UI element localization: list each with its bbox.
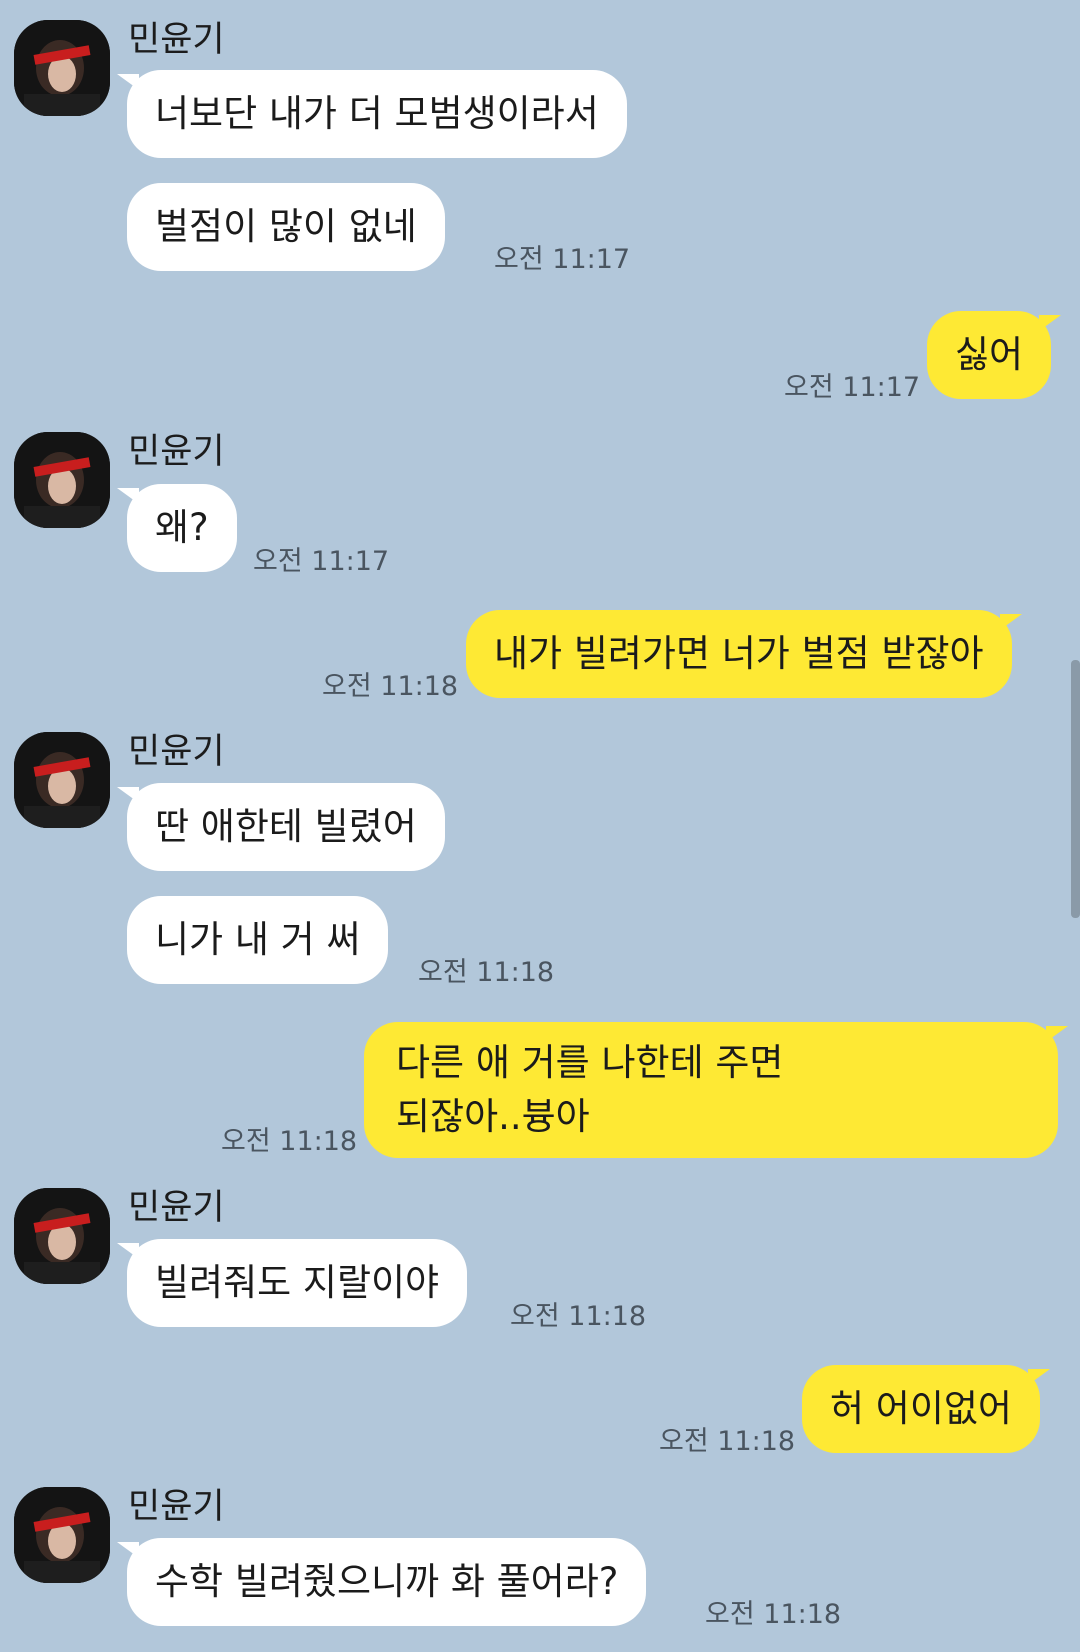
message-bubble[interactable]: 내가 빌려가면 너가 벌점 받잖아 xyxy=(466,610,1022,698)
message-bubble[interactable]: 수학 빌려줬으니까 화 풀어라? xyxy=(116,1538,647,1626)
sender-name: 민윤기 xyxy=(128,432,225,472)
message-time: 오전 11:18 xyxy=(659,1426,796,1457)
message-bubble[interactable]: 딴 애한테 빌렸어 xyxy=(117,783,445,871)
message-bubble[interactable]: 니가 내 거 써 xyxy=(127,896,389,984)
message-line: 다른 애 거를 나한테 주면 xyxy=(396,1041,784,1084)
sender-name: 민윤기 xyxy=(128,732,225,772)
message-bubble[interactable]: 벌점이 많이 없네 xyxy=(127,183,445,271)
message-time: 오전 11:18 xyxy=(418,957,555,988)
avatar[interactable] xyxy=(14,20,110,116)
avatar[interactable] xyxy=(14,1487,110,1583)
scrollbar[interactable] xyxy=(1071,660,1080,918)
sender-name: 민윤기 xyxy=(128,20,225,60)
sender-name: 민윤기 xyxy=(128,1188,225,1228)
message-bubble[interactable]: 싫어 xyxy=(927,311,1062,399)
message-time: 오전 11:17 xyxy=(494,244,631,275)
message-bubble[interactable]: 빌려줘도 지랄이야 xyxy=(116,1239,468,1327)
message-line: 되잖아..븅아 xyxy=(396,1095,590,1138)
message-bubble[interactable]: 왜? xyxy=(117,484,237,572)
avatar[interactable] xyxy=(14,1188,110,1284)
message-time: 오전 11:17 xyxy=(784,372,921,403)
message-bubble[interactable]: 너보단 내가 더 모범생이라서 xyxy=(117,70,627,158)
message-bubble[interactable]: 다른 애 거를 나한테 주면 되잖아..븅아 xyxy=(364,1022,1068,1158)
message-time: 오전 11:18 xyxy=(705,1599,842,1630)
message-time: 오전 11:18 xyxy=(510,1301,647,1332)
sender-name: 민윤기 xyxy=(128,1487,225,1527)
chat-room[interactable]: 민윤기 너보단 내가 더 모범생이라서 벌점이 많이 없네 오전 11:17 오… xyxy=(0,0,1080,1652)
avatar[interactable] xyxy=(14,432,110,528)
message-time: 오전 11:18 xyxy=(322,671,459,702)
message-bubble[interactable]: 허 어이없어 xyxy=(802,1365,1050,1453)
avatar[interactable] xyxy=(14,732,110,828)
message-time: 오전 11:18 xyxy=(221,1126,358,1157)
message-time: 오전 11:17 xyxy=(253,546,390,577)
